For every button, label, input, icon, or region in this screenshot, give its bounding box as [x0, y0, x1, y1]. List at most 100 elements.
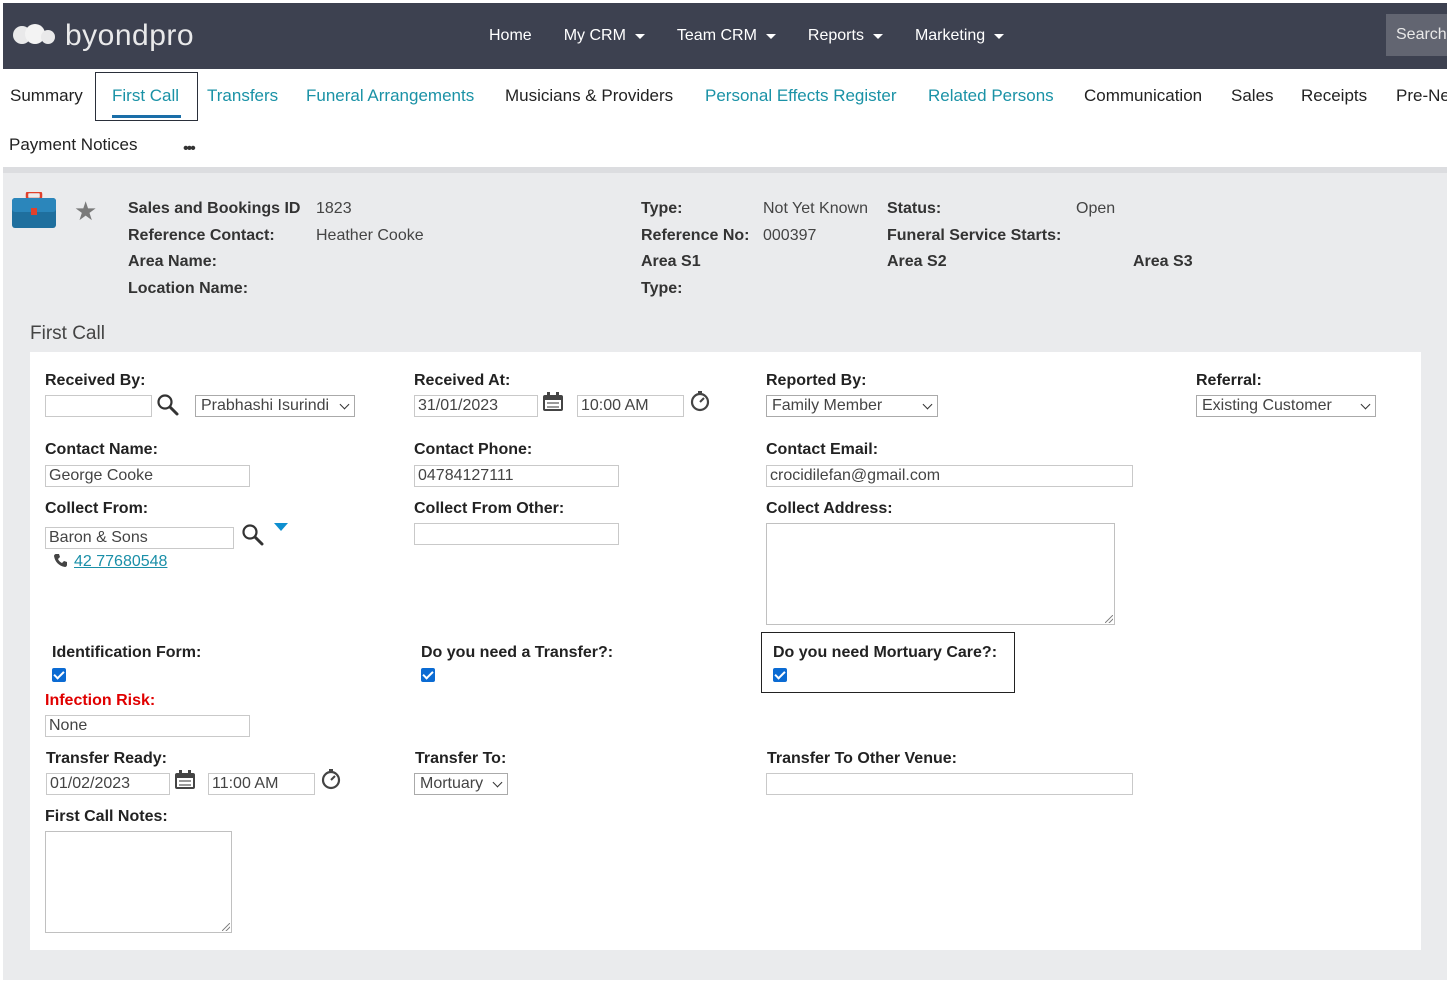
received-at-label: Received At: [414, 372, 511, 389]
referral-label: Referral: [1196, 372, 1262, 389]
transfer-to-label: Transfer To: [415, 750, 507, 767]
nav-team-crm[interactable]: Team CRM [677, 27, 776, 45]
infection-risk-input[interactable]: None [45, 715, 250, 737]
collect-from-phone-link[interactable]: 42 77680548 [74, 553, 167, 571]
record-panel: ★ Sales and Bookings ID 1823 Reference C… [3, 173, 1447, 980]
tab-first-call-label: First Call [112, 86, 180, 105]
reference-no-label: Reference No: [641, 227, 750, 244]
nav-my-crm[interactable]: My CRM [564, 27, 645, 45]
received-at-time[interactable]: 10:00 AM [577, 395, 684, 417]
identification-form-checkbox[interactable] [52, 668, 66, 682]
reported-by-label: Reported By: [766, 372, 867, 389]
collect-from-other-label: Collect From Other: [414, 500, 565, 517]
transfer-ready-time[interactable]: 11:00 AM [208, 773, 315, 795]
clock-icon[interactable] [689, 390, 711, 412]
area-s2-label: Area S2 [887, 253, 947, 270]
collect-from-label: Collect From: [45, 500, 149, 517]
first-call-notes-textarea[interactable] [45, 831, 232, 933]
nav-marketing[interactable]: Marketing [915, 27, 1005, 45]
area-name-label: Area Name: [128, 253, 217, 270]
search-icon[interactable] [241, 523, 265, 547]
reference-contact-label: Reference Contact: [128, 227, 275, 244]
chevron-down-icon [492, 777, 503, 788]
app-frame: byondpro Home My CRM Team CRM Reports Ma… [3, 3, 1447, 980]
nav-reports-label: Reports [807, 27, 864, 44]
calendar-icon[interactable] [174, 770, 196, 790]
nav-team-crm-label: Team CRM [676, 27, 757, 44]
contact-name-input[interactable]: George Cooke [45, 465, 250, 487]
tab-related-persons[interactable]: Related Persons [928, 86, 1054, 106]
sales-id-label: Sales and Bookings ID [128, 200, 301, 217]
tab-receipts[interactable]: Receipts [1301, 86, 1367, 106]
record-tabs: Summary First Call Transfers Funeral Arr… [3, 69, 1447, 167]
tab-pre-need[interactable]: Pre-Ne [1396, 86, 1447, 106]
more-tabs-button[interactable]: ••• [183, 140, 196, 158]
tab-funeral-arrangements[interactable]: Funeral Arrangements [306, 86, 474, 106]
contact-email-input[interactable]: crocidilefan@gmail.com [766, 465, 1133, 487]
section-title: First Call [30, 323, 105, 344]
funeral-start-label: Funeral Service Starts: [887, 227, 1062, 244]
type-value: Not Yet Known [763, 200, 868, 217]
status-value: Open [1076, 200, 1116, 217]
tab-musicians-providers[interactable]: Musicians & Providers [505, 86, 673, 106]
tab-personal-effects-register[interactable]: Personal Effects Register [705, 86, 897, 106]
nav-reports[interactable]: Reports [808, 27, 883, 45]
nav-my-crm-label: My CRM [563, 27, 626, 44]
reported-by-select[interactable]: Family Member [766, 395, 938, 417]
contact-phone-input[interactable]: 04784127111 [414, 465, 619, 487]
transfer-question-checkbox[interactable] [421, 668, 435, 682]
contact-phone-label: Contact Phone: [414, 441, 533, 458]
transfer-other-venue-label: Transfer To Other Venue: [767, 750, 957, 767]
mortuary-care-checkbox[interactable] [773, 668, 787, 682]
search-icon[interactable] [156, 393, 180, 417]
caret-down-icon [872, 33, 883, 39]
nav-home[interactable]: Home [489, 27, 532, 45]
contact-email-label: Contact Email: [766, 441, 879, 458]
identification-form-label: Identification Form: [52, 644, 202, 661]
transfer-to-select[interactable]: Mortuary [414, 773, 508, 795]
active-tab-indicator [112, 115, 181, 118]
tab-communication[interactable]: Communication [1084, 86, 1202, 106]
reference-no-value: 000397 [763, 227, 817, 244]
collect-address-textarea[interactable] [766, 523, 1115, 625]
tab-payment-notices[interactable]: Payment Notices [9, 135, 138, 155]
briefcase-icon [12, 192, 56, 228]
chevron-down-icon [922, 399, 933, 410]
transfer-question-label: Do you need a Transfer?: [421, 644, 614, 661]
transfer-other-venue-input[interactable] [766, 773, 1133, 795]
area-s1-label: Area S1 [641, 253, 701, 270]
tab-sales[interactable]: Sales [1231, 86, 1274, 106]
search-input[interactable]: Search [1386, 14, 1447, 56]
transfer-to-select-value: Mortuary [420, 775, 484, 792]
logo-mark-icon [13, 21, 59, 51]
triangle-down-icon[interactable] [274, 523, 288, 531]
resize-grip-icon[interactable] [222, 923, 230, 931]
caret-down-icon [994, 33, 1005, 39]
tab-summary[interactable]: Summary [10, 86, 83, 106]
calendar-icon[interactable] [542, 392, 564, 412]
received-by-input[interactable] [45, 395, 152, 417]
collect-from-other-input[interactable] [414, 523, 619, 545]
mortuary-care-focus-box [761, 632, 1015, 693]
area-s3-label: Area S3 [1133, 253, 1193, 270]
type-label: Type: [641, 200, 683, 217]
resize-grip-icon[interactable] [1105, 615, 1113, 623]
transfer-ready-date[interactable]: 01/02/2023 [46, 773, 170, 795]
top-navbar: byondpro Home My CRM Team CRM Reports Ma… [3, 3, 1447, 69]
collect-address-label: Collect Address: [766, 500, 893, 517]
received-at-date[interactable]: 31/01/2023 [414, 395, 538, 417]
star-icon[interactable]: ★ [74, 198, 97, 224]
received-by-select[interactable]: Prabhashi Isurindi [195, 395, 355, 417]
reference-contact-value: Heather Cooke [316, 227, 424, 244]
collect-from-input[interactable]: Baron & Sons [45, 527, 234, 549]
clock-icon[interactable] [320, 768, 342, 790]
type2-label: Type: [641, 280, 683, 297]
brand-logo[interactable]: byondpro [13, 19, 194, 53]
mortuary-care-label: Do you need Mortuary Care?: [773, 644, 998, 661]
first-call-notes-label: First Call Notes: [45, 808, 168, 825]
tab-transfers[interactable]: Transfers [207, 86, 278, 106]
first-call-form: Received By: Prabhashi Isurindi Received… [30, 352, 1421, 950]
referral-select[interactable]: Existing Customer [1196, 395, 1376, 417]
tab-first-call[interactable]: First Call [95, 72, 198, 121]
brand-name: byondpro [65, 19, 195, 52]
